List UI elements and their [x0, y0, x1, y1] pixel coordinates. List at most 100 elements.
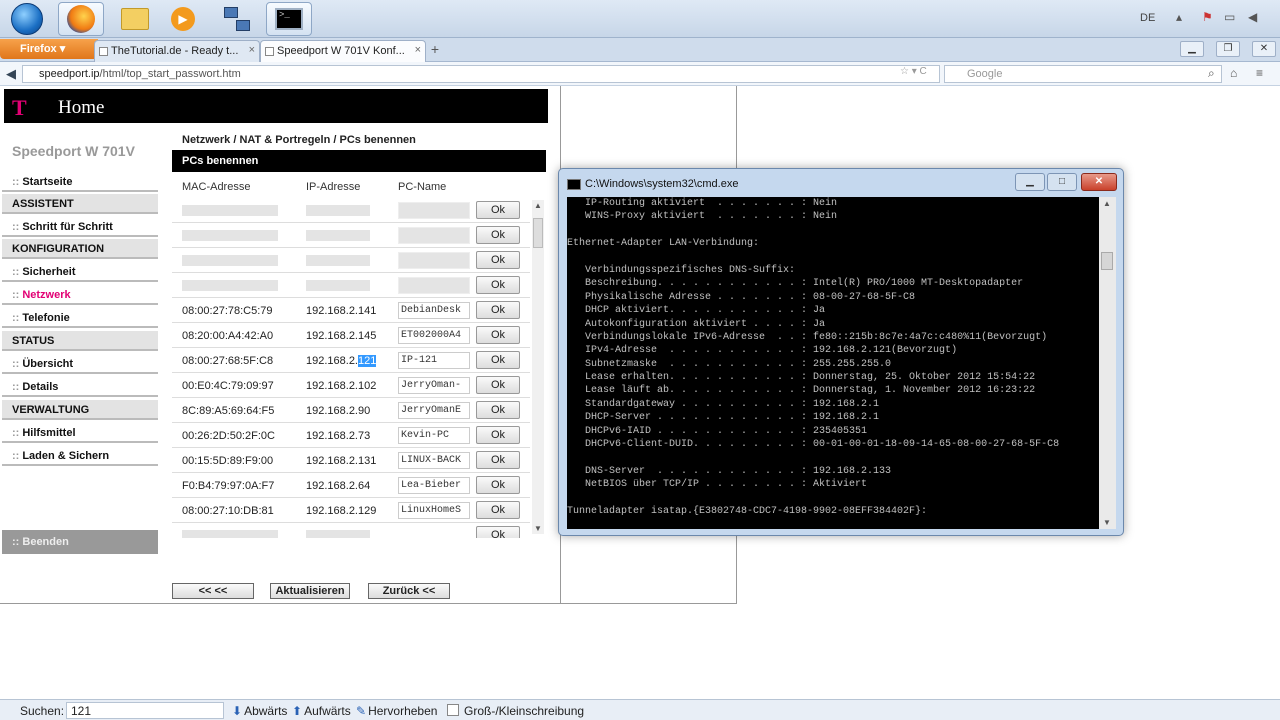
menu-item-schritt-für-schritt[interactable]: :: Schritt für Schritt: [2, 217, 158, 237]
ok-button[interactable]: Ok: [476, 451, 520, 469]
ok-button[interactable]: Ok: [476, 351, 520, 369]
menu-item-sicherheit[interactable]: :: Sicherheit: [2, 262, 158, 282]
menu-item-startseite[interactable]: :: Startseite: [2, 172, 158, 192]
refresh-button[interactable]: Aktualisieren: [270, 583, 350, 599]
ok-button[interactable]: Ok: [476, 326, 520, 344]
console-scrollbar[interactable]: ▲ ▼: [1099, 197, 1116, 529]
ok-button[interactable]: Ok: [476, 376, 520, 394]
menu-item-assistent[interactable]: ASSISTENT: [2, 194, 158, 214]
prev-button[interactable]: << <<: [172, 583, 254, 599]
menu-item-netzwerk[interactable]: :: Netzwerk: [2, 285, 158, 305]
close-window-button[interactable]: ✕: [1252, 41, 1276, 57]
find-prev-button[interactable]: ⬆ Aufwärts: [292, 704, 351, 718]
cmd-close-button[interactable]: ✕: [1081, 173, 1117, 191]
table-row: 00:15:5D:89:F9:00 192.168.2.131 LINUX-BACK…: [172, 448, 530, 473]
case-sensitive-checkbox[interactable]: [447, 704, 459, 716]
cmd-maximize-button[interactable]: □: [1047, 173, 1077, 191]
cmd-window[interactable]: C:\Windows\system32\cmd.exe ▁ □ ✕ IP-Rou…: [558, 168, 1124, 536]
menu-bullet: ::: [12, 381, 20, 393]
menu-item-status[interactable]: STATUS: [2, 331, 158, 351]
menu-item-telefonie[interactable]: :: Telefonie: [2, 308, 158, 328]
pc-name-input[interactable]: Kevin-PC: [398, 427, 470, 444]
ok-button[interactable]: Ok: [476, 276, 520, 294]
pc-name-input[interactable]: LINUX-BACK: [398, 452, 470, 469]
menu-item-hilfsmittel[interactable]: :: Hilfsmittel: [2, 423, 158, 443]
scroll-down-icon[interactable]: ▼: [1103, 518, 1111, 527]
taskbar-firefox[interactable]: [58, 2, 104, 36]
ok-button[interactable]: Ok: [476, 201, 520, 219]
cmd-minimize-button[interactable]: ▁: [1015, 173, 1045, 191]
volume-icon[interactable]: ◀: [1248, 10, 1257, 24]
search-icon[interactable]: ⌕: [1208, 66, 1215, 81]
tray-expand-icon[interactable]: ▴: [1176, 10, 1182, 24]
logout-button[interactable]: :: Beenden: [2, 530, 158, 554]
display-icon[interactable]: ▭: [1224, 10, 1235, 24]
ip-cell: [306, 255, 370, 266]
highlight-button[interactable]: ✎ Hervorheben: [356, 704, 437, 718]
ok-button[interactable]: Ok: [476, 426, 520, 444]
pc-name-input[interactable]: DebianDesk: [398, 302, 470, 319]
start-button[interactable]: [4, 2, 50, 36]
new-tab-button[interactable]: +: [427, 42, 443, 58]
pc-name-input[interactable]: [398, 202, 470, 219]
ok-button[interactable]: Ok: [476, 301, 520, 319]
pc-name-input[interactable]: IP-121: [398, 352, 470, 369]
menu-item-laden-sichern[interactable]: :: Laden & Sichern: [2, 446, 158, 466]
pc-name-input[interactable]: Lea-Bieber: [398, 477, 470, 494]
navigation-bar: ◀ speedport.ip/html/top_start_passwort.h…: [0, 62, 1280, 86]
pc-name-input[interactable]: LinuxHomeS: [398, 502, 470, 519]
ok-button[interactable]: Ok: [476, 476, 520, 494]
close-icon[interactable]: ×: [415, 44, 421, 56]
ok-button[interactable]: Ok: [476, 401, 520, 419]
ip-prefix: 192.168.2.: [306, 355, 358, 367]
close-icon[interactable]: ×: [249, 44, 255, 56]
case-sensitive-label[interactable]: Groß-/Kleinschreibung: [464, 704, 584, 718]
taskbar-explorer[interactable]: [112, 2, 158, 36]
pc-name-input[interactable]: [398, 277, 470, 294]
find-next-button[interactable]: ⬇ Abwärts: [232, 704, 287, 718]
restore-button[interactable]: ❐: [1216, 41, 1240, 57]
ok-button[interactable]: Ok: [476, 526, 520, 538]
pc-name-input[interactable]: [398, 227, 470, 244]
menu-icon[interactable]: ≡: [1256, 66, 1263, 80]
tab-speedport[interactable]: Speedport W 701V Konf... ×: [260, 40, 426, 62]
menu-item-verwaltung[interactable]: VERWALTUNG: [2, 400, 158, 420]
language-indicator[interactable]: DE: [1140, 12, 1155, 24]
network-icon: [224, 7, 250, 31]
menu-item-konfiguration[interactable]: KONFIGURATION: [2, 239, 158, 259]
menu-item-details[interactable]: :: Details: [2, 377, 158, 397]
tab-thetutorial[interactable]: TheTutorial.de - Ready t... ×: [94, 40, 260, 62]
search-input[interactable]: Google: [944, 65, 1222, 83]
firefox-menu-button[interactable]: Firefox ▾: [0, 39, 98, 59]
ok-button[interactable]: Ok: [476, 501, 520, 519]
scroll-up-icon[interactable]: ▲: [1103, 199, 1111, 208]
back-button[interactable]: Zurück <<: [368, 583, 450, 599]
ok-button[interactable]: Ok: [476, 251, 520, 269]
find-input[interactable]: 121: [66, 702, 224, 719]
bookmark-star-icon[interactable]: ☆ ▾ C: [900, 66, 927, 77]
scroll-up-icon[interactable]: ▲: [534, 201, 542, 210]
scroll-down-icon[interactable]: ▼: [534, 524, 542, 533]
scrollbar-thumb[interactable]: [533, 218, 543, 248]
minimize-button[interactable]: ▁: [1180, 41, 1204, 57]
console-output[interactable]: IP-Routing aktiviert . . . . . . . : Nei…: [567, 197, 1099, 529]
menu-item-übersicht[interactable]: :: Übersicht: [2, 354, 158, 374]
flag-icon[interactable]: ⚑: [1202, 10, 1213, 24]
ip-cell: [306, 530, 370, 538]
pc-name-input[interactable]: [398, 252, 470, 269]
pc-name-input[interactable]: JerryOman-: [398, 377, 470, 394]
taskbar-media[interactable]: ▶: [160, 2, 206, 36]
back-arrow-icon[interactable]: ◀: [6, 66, 16, 82]
url-bar[interactable]: speedport.ip/html/top_start_passwort.htm: [22, 65, 940, 83]
table-scrollbar[interactable]: ▲ ▼: [532, 200, 544, 534]
taskbar-network[interactable]: [214, 2, 260, 36]
pc-name-input[interactable]: JerryOmanE: [398, 402, 470, 419]
pc-name-input[interactable]: ET002000A4: [398, 327, 470, 344]
ok-button[interactable]: Ok: [476, 226, 520, 244]
mac-cell: 8C:89:A5:69:64:F5: [182, 405, 275, 417]
home-icon[interactable]: ⌂: [1230, 66, 1237, 80]
scrollbar-thumb[interactable]: [1101, 252, 1113, 270]
taskbar-cmd[interactable]: >_: [266, 2, 312, 36]
